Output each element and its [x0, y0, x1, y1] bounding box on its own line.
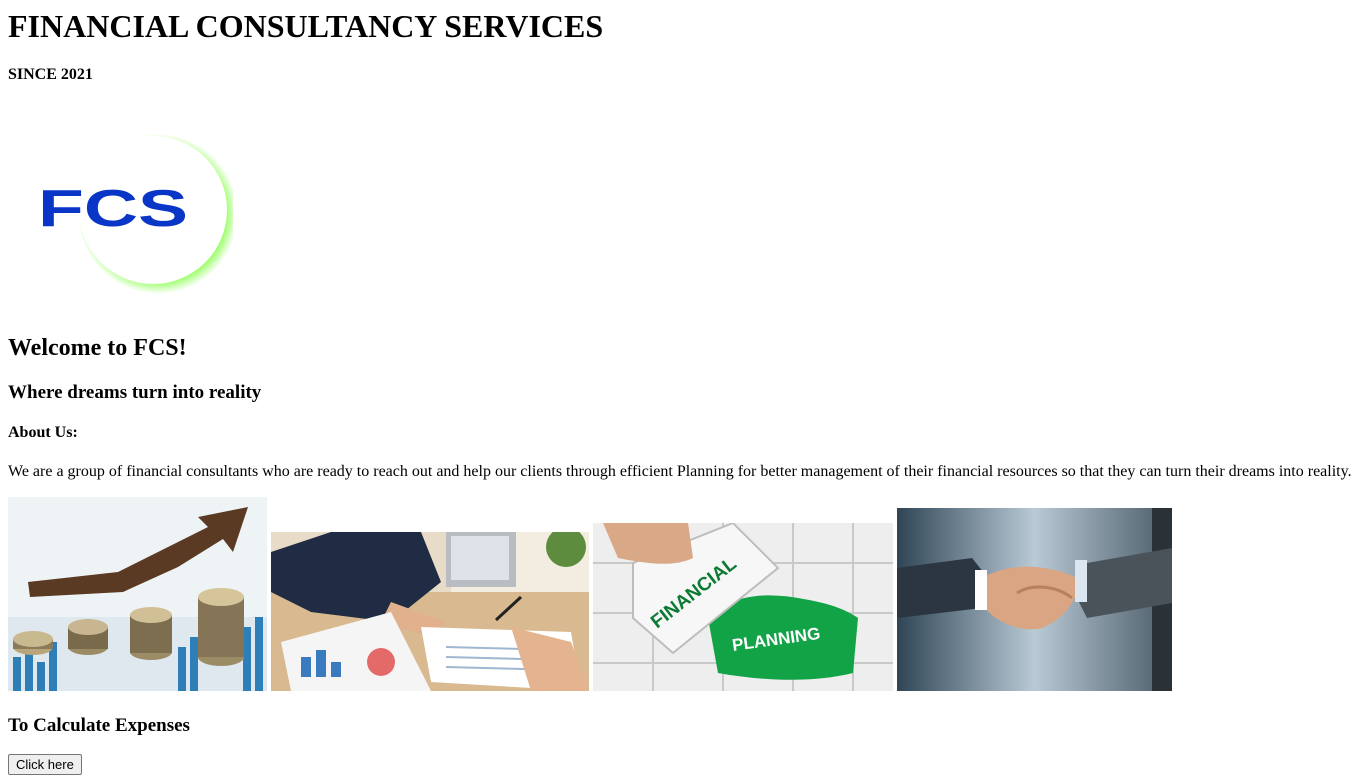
since-subtitle: SINCE 2021 [8, 66, 93, 83]
coins-growth-image [8, 497, 267, 691]
calculate-expenses-heading: To Calculate Expenses [8, 715, 190, 736]
page-title: FINANCIAL CONSULTANCY SERVICES [8, 8, 604, 44]
about-heading: About Us: [8, 424, 78, 441]
click-here-button[interactable]: Click here [8, 754, 82, 775]
logo-text: FCS [38, 180, 188, 238]
business-planning-image [271, 532, 589, 691]
fcs-logo: FCS [8, 120, 233, 305]
handshake-image [897, 508, 1172, 691]
financial-planning-puzzle-image: FINANCIAL PLANNING [593, 523, 893, 691]
tagline-heading: Where dreams turn into reality [8, 382, 262, 403]
about-paragraph: We are a group of financial consultants … [8, 463, 1352, 480]
welcome-heading: Welcome to FCS! [8, 335, 187, 361]
